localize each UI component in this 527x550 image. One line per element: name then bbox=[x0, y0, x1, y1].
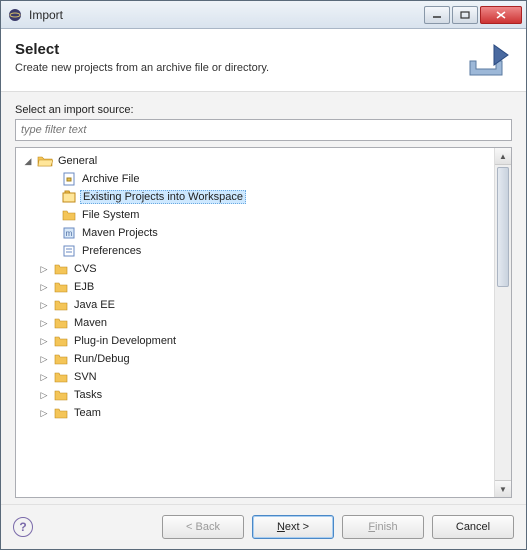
expand-icon[interactable]: ▷ bbox=[38, 282, 50, 293]
tree-label: Run/Debug bbox=[72, 353, 132, 365]
tree-node-maven[interactable]: ▷ Maven bbox=[16, 314, 494, 332]
banner-description: Create new projects from an archive file… bbox=[15, 62, 456, 74]
folder-icon bbox=[53, 387, 69, 403]
filter-input[interactable] bbox=[15, 119, 512, 141]
tree-node-existing-projects[interactable]: Existing Projects into Workspace bbox=[16, 188, 494, 206]
scroll-track[interactable] bbox=[495, 165, 511, 480]
tree-node-cvs[interactable]: ▷ CVS bbox=[16, 260, 494, 278]
expand-icon[interactable]: ▷ bbox=[38, 390, 50, 401]
banner-title: Select bbox=[15, 41, 456, 58]
expand-icon[interactable]: ▷ bbox=[38, 408, 50, 419]
source-label: Select an import source: bbox=[15, 104, 512, 116]
tree-node-preferences[interactable]: Preferences bbox=[16, 242, 494, 260]
window-title: Import bbox=[29, 8, 424, 22]
tree-node-team[interactable]: ▷ Team bbox=[16, 404, 494, 422]
tree-label: Team bbox=[72, 407, 103, 419]
titlebar[interactable]: Import bbox=[1, 1, 526, 29]
wizard-banner: Select Create new projects from an archi… bbox=[1, 29, 526, 92]
close-button[interactable] bbox=[480, 6, 522, 24]
expand-icon[interactable]: ▷ bbox=[38, 300, 50, 311]
tree-node-general[interactable]: ◢ General bbox=[16, 152, 494, 170]
folder-icon bbox=[53, 261, 69, 277]
tree-node-archive-file[interactable]: Archive File bbox=[16, 170, 494, 188]
folder-icon bbox=[53, 333, 69, 349]
tree-node-file-system[interactable]: File System bbox=[16, 206, 494, 224]
maven-icon: m bbox=[61, 225, 77, 241]
tree-viewport[interactable]: ◢ General Archive File Exis bbox=[16, 148, 494, 497]
tree-label: SVN bbox=[72, 371, 99, 383]
scroll-down-button[interactable]: ▼ bbox=[495, 480, 511, 497]
back-button[interactable]: < Back bbox=[162, 515, 244, 539]
content-area: Select an import source: ◢ General Archi… bbox=[1, 92, 526, 504]
finish-button[interactable]: Finish bbox=[342, 515, 424, 539]
import-icon bbox=[464, 41, 512, 81]
tree-label: Java EE bbox=[72, 299, 117, 311]
folder-icon bbox=[53, 351, 69, 367]
minimize-button[interactable] bbox=[424, 6, 450, 24]
tree-node-run-debug[interactable]: ▷ Run/Debug bbox=[16, 350, 494, 368]
tree-node-tasks[interactable]: ▷ Tasks bbox=[16, 386, 494, 404]
folder-open-icon bbox=[37, 153, 53, 169]
import-dialog: Import Select Create new projects from a… bbox=[0, 0, 527, 550]
next-button[interactable]: Next > bbox=[252, 515, 334, 539]
prefs-icon bbox=[61, 243, 77, 259]
svg-text:m: m bbox=[66, 229, 73, 238]
expand-icon[interactable]: ▷ bbox=[38, 264, 50, 275]
scroll-up-button[interactable]: ▲ bbox=[495, 148, 511, 165]
eclipse-icon bbox=[7, 7, 23, 23]
folder-icon bbox=[53, 315, 69, 331]
tree-node-ejb[interactable]: ▷ EJB bbox=[16, 278, 494, 296]
help-button[interactable]: ? bbox=[13, 517, 33, 537]
folder-icon bbox=[61, 207, 77, 223]
tree-label: General bbox=[56, 155, 99, 167]
archive-icon bbox=[61, 171, 77, 187]
tree-label: File System bbox=[80, 209, 141, 221]
expand-icon[interactable]: ▷ bbox=[38, 318, 50, 329]
tree-label: Preferences bbox=[80, 245, 143, 257]
tree-label: Existing Projects into Workspace bbox=[80, 190, 246, 204]
tree-label: EJB bbox=[72, 281, 96, 293]
scroll-thumb[interactable] bbox=[497, 167, 509, 287]
tree-label: Plug-in Development bbox=[72, 335, 178, 347]
tree-node-svn[interactable]: ▷ SVN bbox=[16, 368, 494, 386]
expand-icon[interactable]: ▷ bbox=[38, 354, 50, 365]
tree-label: CVS bbox=[72, 263, 99, 275]
tree-node-java-ee[interactable]: ▷ Java EE bbox=[16, 296, 494, 314]
folder-icon bbox=[53, 297, 69, 313]
vertical-scrollbar[interactable]: ▲ ▼ bbox=[494, 148, 511, 497]
cancel-button[interactable]: Cancel bbox=[432, 515, 514, 539]
expand-icon[interactable]: ▷ bbox=[38, 336, 50, 347]
folder-icon bbox=[53, 279, 69, 295]
tree-label: Archive File bbox=[80, 173, 141, 185]
tree-label: Maven Projects bbox=[80, 227, 160, 239]
folder-icon bbox=[53, 369, 69, 385]
tree-label: Tasks bbox=[72, 389, 104, 401]
button-bar: ? < Back Next > Finish Cancel bbox=[1, 504, 526, 549]
tree-node-maven-projects[interactable]: m Maven Projects bbox=[16, 224, 494, 242]
maximize-button[interactable] bbox=[452, 6, 478, 24]
collapse-icon[interactable]: ◢ bbox=[22, 156, 34, 167]
folder-icon bbox=[53, 405, 69, 421]
expand-icon[interactable]: ▷ bbox=[38, 372, 50, 383]
import-source-tree: ◢ General Archive File Exis bbox=[15, 147, 512, 498]
tree-node-plugin-dev[interactable]: ▷ Plug-in Development bbox=[16, 332, 494, 350]
projects-icon bbox=[61, 189, 77, 205]
tree-label: Maven bbox=[72, 317, 109, 329]
